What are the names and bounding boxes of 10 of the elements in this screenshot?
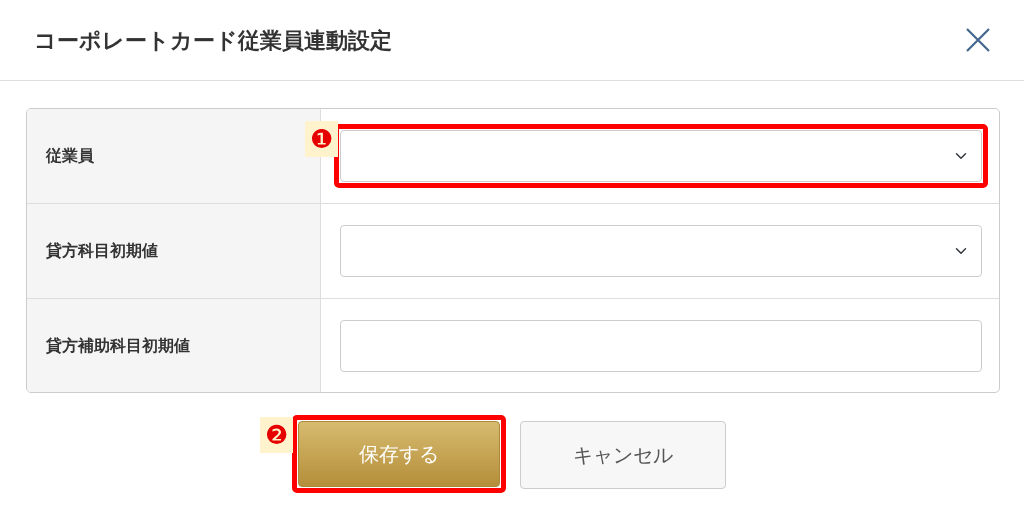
field-label: 貸方補助科目初期値	[46, 334, 190, 357]
step-marker: ❷	[260, 417, 294, 453]
cancel-button[interactable]: キャンセル	[520, 421, 726, 489]
dialog-title: コーポレートカード従業員連動設定	[34, 26, 392, 55]
select-field[interactable]	[340, 225, 982, 277]
input-field[interactable]	[340, 319, 982, 372]
field-label: 従業員	[46, 145, 94, 167]
step-marker: ❶	[305, 121, 339, 157]
select-field[interactable]	[340, 130, 982, 182]
field-label: 貸方科目初期値	[46, 240, 158, 262]
